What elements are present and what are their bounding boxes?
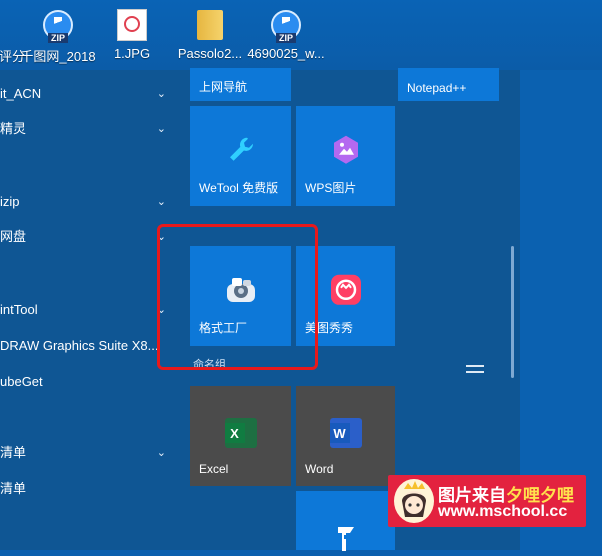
app-list: it_ACN ⌄ 精灵 ⌄ izip ⌄ 网盘 ⌄ intTool ⌄ DRAW Grap… (0, 70, 180, 550)
tile-label: Word (305, 462, 334, 476)
desktop-icon-2[interactable]: ZIP 千图网_2018 (18, 8, 98, 68)
app-list-item[interactable]: izip ⌄ (0, 190, 180, 214)
chevron-down-icon: ⌄ (156, 88, 166, 100)
tile-label: Notepad++ (407, 81, 467, 95)
tile-shangwang-daohang[interactable]: 上网导航 (190, 68, 291, 101)
desktop-icon-label: 千图网_2018 (20, 49, 96, 64)
desktop: 评分 ZIP 千图网_2018 1.JPG Passolo2... ZIP 46… (0, 0, 602, 70)
app-list-item[interactable]: DRAW Graphics Suite X8... (0, 334, 180, 358)
group-drag-handle-icon[interactable] (466, 365, 484, 373)
tile-notepad-plus-plus[interactable]: Notepad++ (398, 68, 499, 101)
app-list-item[interactable]: 清单 ⌄ (0, 441, 180, 465)
desktop-icon-5[interactable]: ZIP 4690025_w... (246, 8, 326, 68)
zip-icon: ZIP (41, 8, 75, 43)
tile-word[interactable]: W Word (296, 386, 395, 486)
app-icon (332, 525, 360, 556)
app-list-item[interactable]: intTool ⌄ (0, 298, 180, 322)
desktop-icon-4[interactable]: Passolo2... (170, 8, 250, 68)
desktop-icon-label: Passolo2... (177, 46, 243, 61)
app-list-item[interactable]: 精灵 ⌄ (0, 117, 180, 141)
image-icon (115, 8, 149, 42)
meitu-icon (330, 274, 362, 311)
watermark-url: www.mschool.cc (438, 503, 568, 520)
tile-label: WPS图片 (305, 181, 357, 195)
chevron-down-icon: ⌄ (156, 447, 166, 459)
avatar-icon (394, 479, 434, 523)
tile-label: WeTool 免费版 (199, 181, 279, 195)
watermark: 图片来自夕哩夕哩 www.mschool.cc (388, 475, 586, 527)
desktop-icon-label: 4690025_w... (247, 46, 325, 61)
highlight-box (157, 224, 318, 370)
tile-label: Excel (199, 462, 229, 476)
app-list-item[interactable]: ubeGet (0, 370, 180, 394)
chevron-down-icon: ⌄ (156, 196, 166, 208)
tile-label: 上网导航 (199, 80, 248, 94)
word-icon: W (329, 418, 362, 448)
app-list-item[interactable]: 清单 (0, 477, 180, 501)
tile-wetool[interactable]: WeTool 免费版 (190, 106, 291, 206)
desktop-icon-label: 1.JPG (113, 46, 151, 61)
tile-wps-picture[interactable]: WPS图片 (296, 106, 395, 206)
desktop-icon-3[interactable]: 1.JPG (92, 8, 172, 68)
app-list-item[interactable]: it_ACN ⌄ (0, 82, 180, 106)
wps-picture-icon (330, 134, 362, 171)
scrollbar[interactable] (511, 246, 514, 378)
chevron-down-icon: ⌄ (156, 123, 166, 135)
app-list-item[interactable]: 网盘 ⌄ (0, 225, 180, 249)
tile-excel[interactable]: X Excel (190, 386, 291, 486)
zip-icon: ZIP (269, 8, 303, 43)
wrench-icon (225, 134, 257, 171)
folder-icon (193, 8, 227, 42)
tile-app[interactable] (296, 491, 395, 551)
excel-icon: X (224, 418, 257, 448)
